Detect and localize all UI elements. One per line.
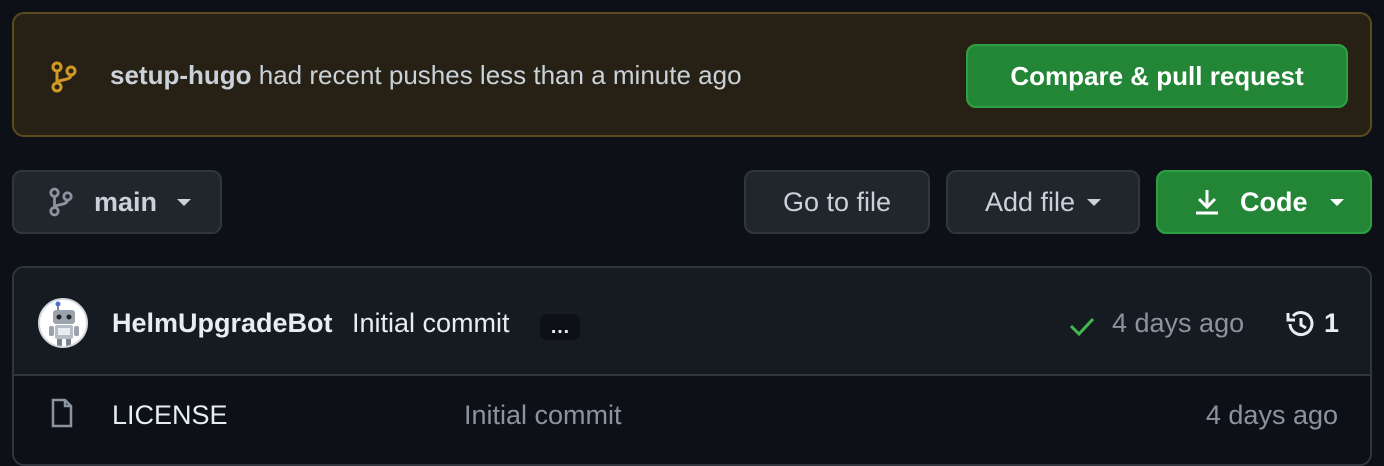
file-name-link[interactable]: LICENSE [112, 400, 228, 431]
git-branch-icon [51, 61, 77, 93]
banner-branch-name: setup-hugo [110, 60, 252, 90]
branch-label: main [94, 186, 158, 217]
banner-message: setup-hugo had recent pushes less than a… [110, 60, 742, 91]
git-branch-icon [49, 187, 73, 217]
add-file-button[interactable]: Add file [946, 170, 1140, 234]
file-commit-time: 4 days ago [1205, 400, 1338, 430]
code-button[interactable]: Code [1156, 170, 1372, 234]
recent-pushes-banner: setup-hugo had recent pushes less than a… [12, 12, 1372, 137]
branch-selector-button[interactable]: main [12, 170, 222, 234]
history-icon[interactable] [1284, 308, 1316, 340]
go-to-file-label: Go to file [782, 186, 892, 217]
commit-time[interactable]: 4 days ago [1112, 308, 1244, 339]
chevron-down-icon [1087, 198, 1102, 206]
file-commit-message-link[interactable]: Initial commit [464, 400, 622, 431]
add-file-label: Add file [984, 186, 1076, 217]
check-icon[interactable] [1068, 312, 1096, 340]
commit-message-link[interactable]: Initial commit [352, 308, 510, 339]
commit-details-toggle[interactable]: … [540, 314, 580, 340]
chevron-down-icon [1329, 198, 1344, 206]
banner-message-text: had recent pushes less than a minute ago [258, 60, 742, 90]
file-listing-panel: HelmUpgradeBot Initial commit … 4 days a… [12, 266, 1372, 466]
go-to-file-button[interactable]: Go to file [744, 170, 930, 234]
compare-pull-request-button[interactable]: Compare & pull request [966, 44, 1348, 108]
download-icon [1196, 190, 1218, 215]
list-item: LICENSE Initial commit 4 days ago [14, 376, 1370, 436]
robot-avatar-icon [49, 301, 79, 346]
commit-author-link[interactable]: HelmUpgradeBot [112, 308, 333, 339]
latest-commit-row: HelmUpgradeBot Initial commit … 4 days a… [14, 268, 1370, 376]
commit-history-count[interactable]: 1 [1324, 308, 1339, 339]
chevron-down-icon [177, 198, 192, 206]
avatar[interactable] [38, 298, 88, 348]
code-label: Code [1240, 186, 1308, 217]
file-icon [51, 398, 73, 428]
